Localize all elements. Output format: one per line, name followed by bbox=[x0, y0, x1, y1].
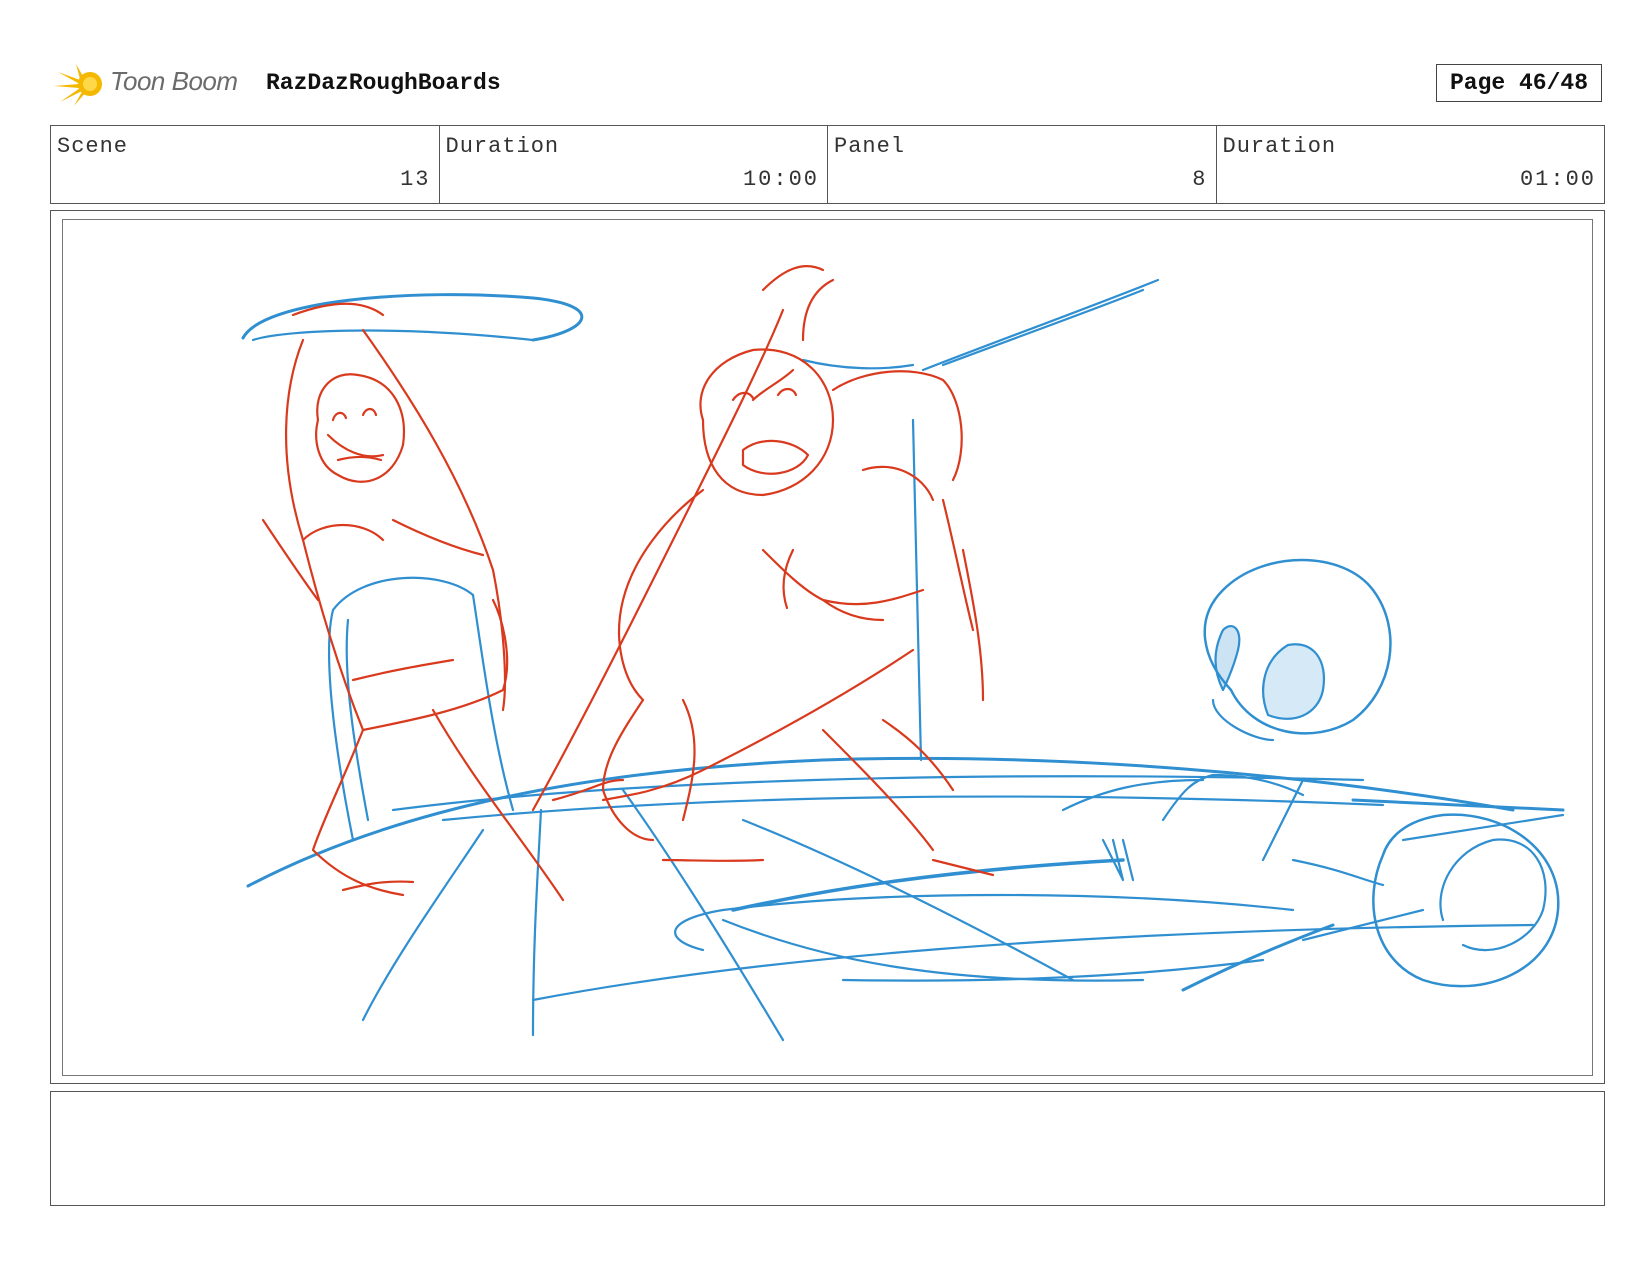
scene-info-row: Scene 13 Duration 10:00 Panel 8 Duration… bbox=[50, 125, 1605, 204]
rough-sketch-drawing bbox=[241, 265, 1565, 1042]
panel-value: 8 bbox=[1192, 167, 1208, 192]
project-title: RazDazRoughBoards bbox=[266, 70, 501, 96]
scene-cell: Scene 13 bbox=[51, 126, 440, 203]
storyboard-panel bbox=[50, 210, 1605, 1084]
panel-duration-label: Duration bbox=[1222, 134, 1337, 159]
panel-duration-cell: Duration 01:00 bbox=[1217, 126, 1605, 203]
page-header: Toon Boom RazDazRoughBoards Page 46/48 bbox=[54, 58, 1604, 108]
logo-text: Toon Boom bbox=[110, 66, 238, 96]
starburst-icon bbox=[54, 64, 102, 106]
panel-label: Panel bbox=[834, 134, 906, 159]
toon-boom-logo: Toon Boom bbox=[54, 58, 254, 108]
scene-duration-cell: Duration 10:00 bbox=[440, 126, 828, 203]
scene-duration-value: 10:00 bbox=[742, 167, 819, 192]
panel-notes-box bbox=[50, 1091, 1605, 1206]
panel-duration-value: 01:00 bbox=[1519, 167, 1596, 192]
page-indicator: Page 46/48 bbox=[1436, 64, 1602, 102]
scene-value: 13 bbox=[400, 167, 431, 192]
blue-layout-sketch bbox=[241, 278, 1565, 1042]
scene-duration-label: Duration bbox=[445, 134, 560, 159]
panel-artwork-area bbox=[62, 219, 1593, 1076]
scene-label: Scene bbox=[57, 134, 129, 159]
panel-cell: Panel 8 bbox=[828, 126, 1217, 203]
